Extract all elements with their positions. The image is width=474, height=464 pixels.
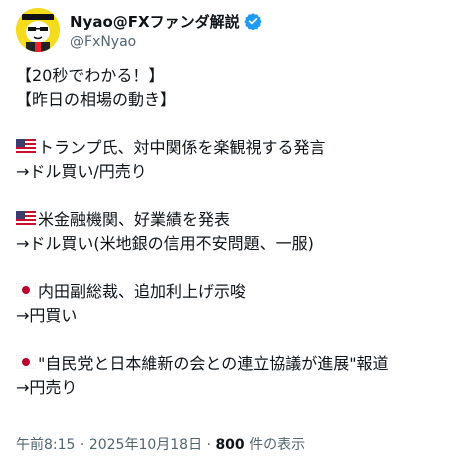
news-item-2-effect: →ドル買い(米地銀の信用不安問題、一服)	[16, 234, 314, 253]
post-card: Nyao@FXファンダ解説 @FxNyao 【20秒でわかる！】 【昨日の相場の…	[0, 0, 474, 464]
news-item-3: 内田副総裁、追加利上げ示唆	[15, 280, 456, 304]
author-handle[interactable]: @FxNyao	[70, 34, 262, 50]
post-meta: 午前8:15 · 2025年10月18日 · 800 件の表示	[16, 434, 305, 454]
verified-badge-icon	[243, 12, 262, 31]
author-names: Nyao@FXファンダ解説 @FxNyao	[70, 11, 262, 50]
news-item-3-title: 内田副総裁、追加利上げ示唆	[38, 282, 247, 301]
view-label: 件の表示	[244, 437, 306, 453]
post-time[interactable]: 午前8:15	[16, 437, 75, 453]
news-item-2: 米金融機関、好業績を発表	[16, 208, 456, 232]
news-item-1-effect: →ドル買い/円売り	[16, 162, 147, 181]
news-item-4: "自民党と日本維新の会との連立協議が進展"報道	[15, 352, 456, 376]
news-item-4-effect: →円売り	[16, 378, 78, 397]
post-line-heading: 【20秒でわかる！】	[16, 66, 165, 85]
meta-separator: ·	[202, 437, 216, 453]
japan-flag-icon	[15, 280, 37, 304]
post-line-subheading: 【昨日の相場の動き】	[16, 90, 177, 109]
news-item-1-title: トランプ氏、対中関係を楽観視する発言	[38, 138, 326, 157]
japan-flag-icon	[15, 352, 37, 376]
us-flag-icon	[16, 136, 36, 160]
view-count: 800	[215, 437, 245, 453]
news-item-1: トランプ氏、対中関係を楽観視する発言	[16, 136, 456, 160]
avatar[interactable]	[16, 8, 60, 52]
news-item-2-title: 米金融機関、好業績を発表	[38, 210, 231, 229]
meta-separator: ·	[75, 437, 89, 453]
news-item-4-title: "自民党と日本維新の会との連立協議が進展"報道	[38, 354, 389, 373]
display-name-row: Nyao@FXファンダ解説	[70, 11, 262, 31]
post-date[interactable]: 2025年10月18日	[89, 437, 202, 453]
us-flag-icon	[16, 208, 36, 232]
post-header: Nyao@FXファンダ解説 @FxNyao	[16, 6, 456, 56]
cat-avatar-icon	[16, 8, 60, 52]
display-name[interactable]: Nyao@FXファンダ解説	[70, 11, 240, 32]
post-text: 【20秒でわかる！】 【昨日の相場の動き】 トランプ氏、対中関係を楽観視する発言…	[15, 64, 456, 400]
news-item-3-effect: →円買い	[16, 306, 78, 325]
